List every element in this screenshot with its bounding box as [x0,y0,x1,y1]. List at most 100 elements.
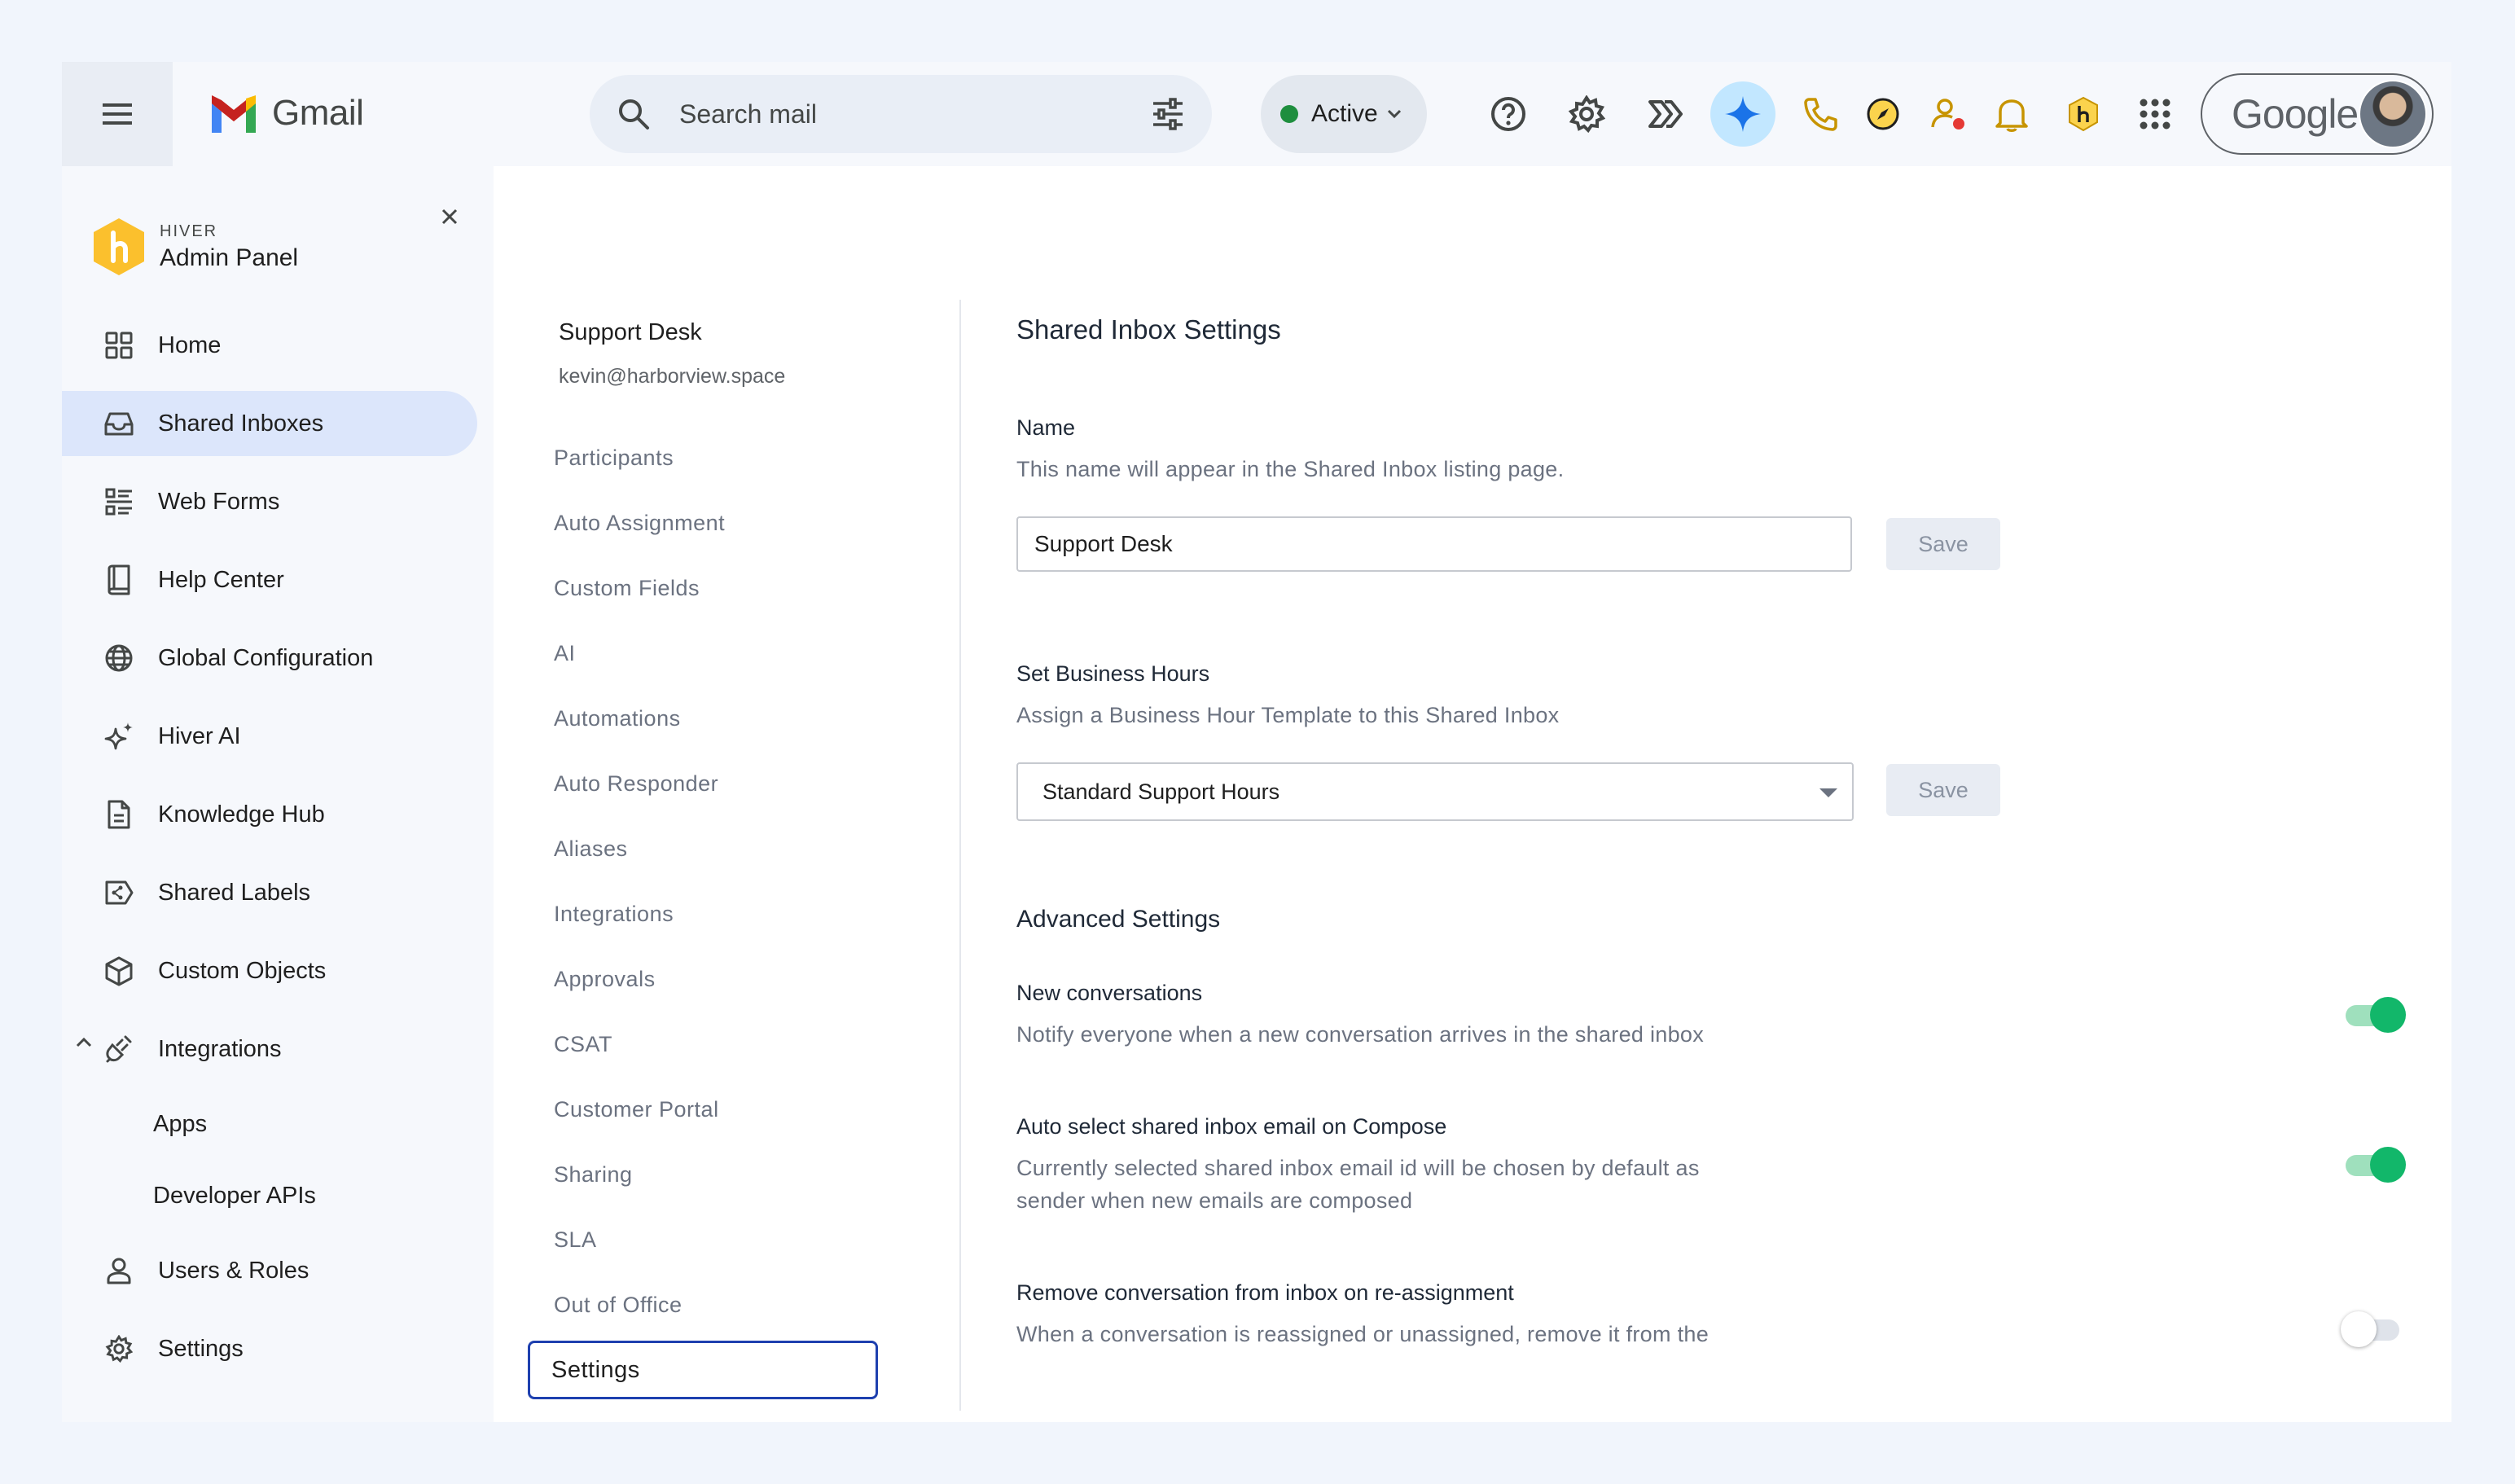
gemini-icon [1725,96,1761,132]
submenu-item[interactable]: AI [528,624,878,683]
nav-label: Settings [158,1335,244,1362]
nav-item-home[interactable]: Home [62,313,477,378]
hiver-badge-icon [2069,96,2098,132]
setting-label-auto-select: Auto select shared inbox email on Compos… [1016,1114,1447,1139]
page-title: Shared Inbox Settings [1016,314,1281,345]
toggle-new-conversations[interactable] [2344,997,2406,1033]
inbox-icon [104,412,134,436]
status-dropdown[interactable]: Active [1261,75,1427,153]
nav-label: Knowledge Hub [158,801,325,828]
search-bar[interactable]: Search mail [590,75,1212,153]
search-options-icon[interactable] [1150,96,1186,132]
submenu-item[interactable]: Custom Fields [528,559,878,617]
submenu-item[interactable]: Automations [528,689,878,748]
nav-label: Shared Labels [158,879,311,906]
hiver-logo-icon [94,218,144,275]
gmail-m-icon [212,95,256,133]
cube-icon [105,956,133,986]
notifications-button[interactable] [1979,81,2044,147]
nav-item-hiver-ai[interactable]: Hiver AI [62,704,477,769]
apps-button[interactable] [2122,81,2188,147]
toggle-knob [2370,997,2406,1033]
nav-item-help-center[interactable]: Help Center [62,547,477,612]
inbox-email: kevin@harborview.space [559,365,786,388]
gemini-button[interactable] [1710,81,1775,147]
nav-label: Integrations [158,1035,282,1062]
business-hours-description: Assign a Business Hour Template to this … [1016,703,1560,727]
app-window: Gmail Search mail Active Google HIVER Ad… [62,62,2451,1422]
business-hours-select[interactable]: Standard Support Hours [1016,762,1854,821]
nav-subitem-developer-apis[interactable]: Developer APIs [62,1166,494,1225]
search-input[interactable]: Search mail [679,75,817,153]
nav-item-shared-labels[interactable]: Shared Labels [62,860,477,925]
hiver-button[interactable] [1632,81,1697,147]
toggle-knob [2341,1311,2377,1347]
nav-item-knowledge-hub[interactable]: Knowledge Hub [62,782,477,847]
submenu-item[interactable]: Aliases [528,819,878,878]
nav-item-global-configuration[interactable]: Global Configuration [62,626,477,691]
submenu-item[interactable]: Customer Portal [528,1080,878,1139]
grid-icon [105,331,133,359]
user-status-button[interactable] [1916,81,1981,147]
phone-button[interactable] [1789,81,1854,147]
nav-subitem-apps[interactable]: Apps [62,1095,494,1153]
hamburger-icon [103,103,132,125]
apps-grid-icon [2140,99,2170,130]
gmail-logo[interactable]: Gmail [208,93,364,134]
close-panel-button[interactable] [433,200,466,233]
nav-label: Home [158,331,222,358]
settings-button[interactable] [1554,81,1619,147]
nav-item-web-forms[interactable]: Web Forms [62,469,477,534]
nav-item-users-roles[interactable]: Users & Roles [62,1238,477,1303]
save-name-button[interactable]: Save [1886,518,2000,570]
nav-label: Global Configuration [158,644,374,671]
save-hours-button[interactable]: Save [1886,764,2000,816]
shared-label-icon [105,880,134,905]
submenu-item[interactable]: Integrations [528,885,878,943]
hiver-badge-button[interactable] [2051,81,2116,147]
submenu-item[interactable]: CSAT [528,1015,878,1073]
nav-label: Custom Objects [158,957,327,984]
nav-item-settings[interactable]: Settings [62,1316,477,1381]
nav-item-custom-objects[interactable]: Custom Objects [62,938,477,1003]
setting-label-new-conversations: New conversations [1016,981,1203,1005]
compass-button[interactable] [1850,81,1916,147]
help-button[interactable] [1476,81,1541,147]
submenu-item-settings-active[interactable]: Settings [528,1341,878,1399]
submenu-list: Participants Auto Assignment Custom Fiel… [528,428,878,1406]
inbox-title: Support Desk [559,319,702,345]
setting-desc-new-conversations: Notify everyone when a new conversation … [1016,1022,1705,1047]
submenu-item[interactable]: Auto Assignment [528,494,878,552]
phone-icon [1804,98,1837,131]
submenu-item[interactable]: SLA [528,1210,878,1269]
account-switcher[interactable]: Google [2201,73,2434,155]
settings-content: Shared Inbox Settings Name This name wil… [959,166,2451,1422]
submenu-item[interactable]: Participants [528,428,878,487]
toggle-auto-select[interactable] [2344,1147,2406,1183]
settings-icon [1568,95,1605,133]
avatar[interactable] [2359,80,2427,148]
nav-item-shared-inboxes[interactable]: Shared Inboxes [62,391,477,456]
inbox-submenu: Support Desk kevin@harborview.space Part… [494,166,961,1422]
main-menu-button[interactable] [62,62,173,166]
book-icon [108,564,130,595]
submenu-item[interactable]: Out of Office [528,1275,878,1334]
search-icon[interactable] [616,96,652,132]
nav-item-integrations[interactable]: Integrations [62,1016,477,1082]
status-dot [1280,105,1298,123]
compass-icon [1867,98,1899,130]
business-hours-label: Set Business Hours [1016,661,1210,686]
top-bar: Gmail Search mail Active Google [62,62,2451,166]
nav-label: Hiver AI [158,722,241,749]
submenu-item[interactable]: Sharing [528,1145,878,1204]
chevron-up-icon[interactable] [75,1036,93,1049]
setting-desc-remove-on-reassign: When a conversation is reassigned or una… [1016,1322,1710,1346]
bell-icon [1995,99,2028,132]
brand-title: Admin Panel [160,244,299,271]
gear-icon [105,1335,133,1363]
setting-desc-auto-select: Currently selected shared inbox email id… [1016,1156,1700,1213]
name-input[interactable]: Support Desk [1016,516,1852,572]
toggle-remove-on-reassign[interactable] [2341,1311,2406,1347]
submenu-item[interactable]: Approvals [528,950,878,1008]
submenu-item[interactable]: Auto Responder [528,754,878,813]
